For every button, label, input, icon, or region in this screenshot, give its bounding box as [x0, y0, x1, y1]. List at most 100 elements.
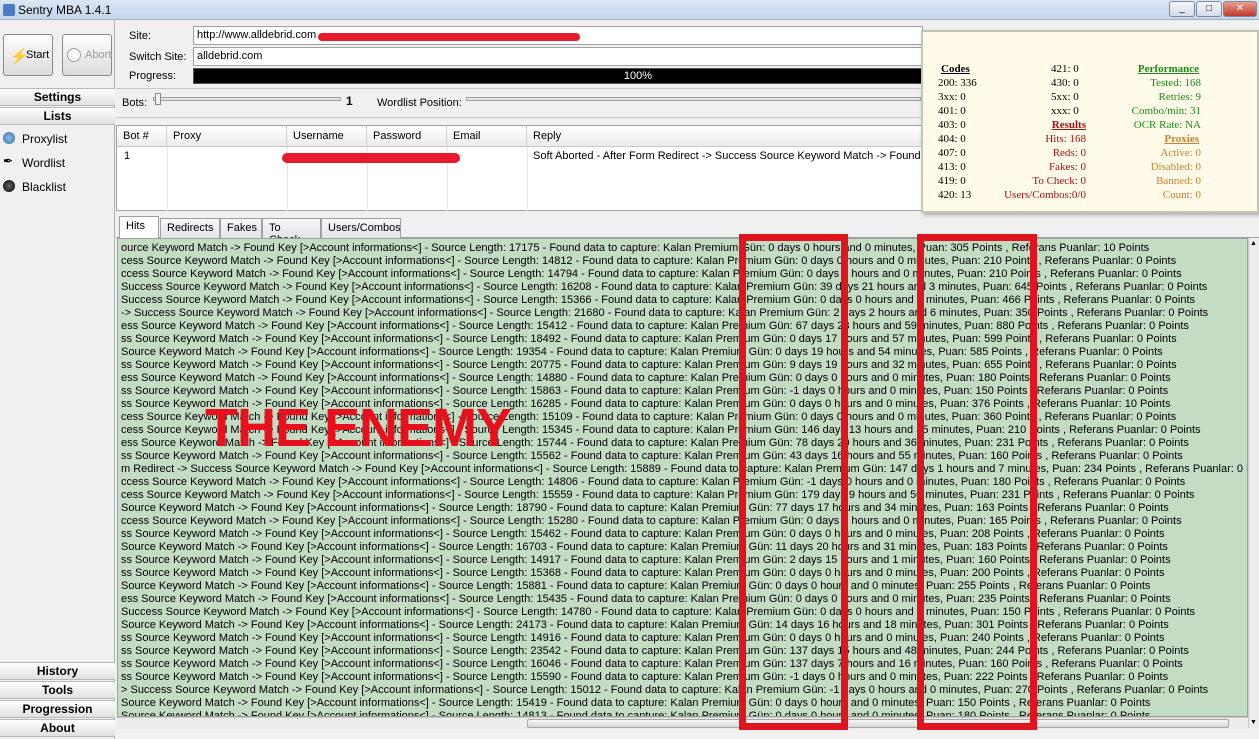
- result-reds: Reds: 0: [1052, 147, 1086, 159]
- code-xxx: xxx: 0: [1051, 105, 1079, 117]
- perf-combo-min: Combo/min: 31: [1131, 105, 1201, 117]
- nav-item-blacklist[interactable]: Blacklist: [0, 176, 115, 198]
- bots-value: 1: [346, 94, 353, 108]
- perf-retries: Retries: 9: [1158, 91, 1201, 103]
- wordlist-position-label: Wordlist Position:: [377, 97, 462, 109]
- proxy-banned: Banned: 0: [1156, 175, 1201, 187]
- code-3xx: 3xx: 0: [938, 91, 966, 103]
- proxylist-label: Proxylist: [22, 132, 68, 146]
- switch-site-label: Switch Site:: [129, 51, 187, 63]
- scroll-up-icon[interactable]: ▲: [1250, 240, 1257, 247]
- horizontal-scroll-thumb[interactable]: [527, 719, 1229, 728]
- log-line: m Redirect -> Success Source Keyword Mat…: [121, 463, 1248, 475]
- window-title: Sentry MBA 1.4.1: [18, 3, 112, 17]
- row-bot-number: 1: [124, 150, 131, 162]
- codes-title: Codes: [941, 63, 970, 75]
- code-421: 421: 0: [1051, 63, 1079, 75]
- proxy-count: Count: 0: [1162, 189, 1201, 201]
- nav-lists[interactable]: Lists: [0, 107, 115, 125]
- results-title: Results: [1051, 119, 1086, 131]
- redaction-bar: [318, 33, 580, 41]
- row-reply: Soft Aborted - After Form Redirect -> Su…: [533, 150, 927, 162]
- nav-progression[interactable]: Progression: [0, 700, 115, 718]
- code-401: 401: 0: [938, 105, 966, 117]
- perf-ocr-rate: OCR Rate: NA: [1133, 119, 1201, 131]
- close-button[interactable]: ✕: [1223, 1, 1257, 17]
- left-panel: ⚡ Start Abort Settings Lists Proxylist ✒…: [0, 20, 115, 739]
- nav-history[interactable]: History: [0, 662, 115, 680]
- col-bot[interactable]: Bot #: [117, 126, 167, 147]
- scroll-down-icon[interactable]: ▼: [1250, 719, 1257, 726]
- code-407: 407: 0: [938, 147, 966, 159]
- maximize-button[interactable]: □: [1196, 1, 1222, 17]
- proxy-disabled: Disabled: 0: [1150, 161, 1201, 173]
- wordlist-position-slider[interactable]: [466, 97, 921, 101]
- col-username[interactable]: Username: [287, 126, 367, 147]
- nav-item-wordlist[interactable]: ✒ Wordlist: [0, 152, 115, 174]
- tab-redirects[interactable]: Redirects: [160, 218, 220, 238]
- result-users-combos: Users/Combos:0/0: [1004, 189, 1086, 201]
- proxy-active: Active: 0: [1160, 147, 1201, 159]
- wordlist-label: Wordlist: [22, 156, 66, 170]
- tab-fakes[interactable]: Fakes: [220, 218, 262, 238]
- code-5xx: 5xx: 0: [1051, 91, 1079, 103]
- col-email[interactable]: Email: [447, 126, 527, 147]
- bot-grid: Bot # Proxy Username Password Email Repl…: [116, 125, 929, 211]
- code-430: 430: 0: [1051, 77, 1079, 89]
- grid-divider: [527, 147, 528, 211]
- tab-hits[interactable]: Hits: [119, 216, 159, 238]
- nav-about[interactable]: About: [0, 719, 115, 737]
- result-fakes: Fakes: 0: [1049, 161, 1086, 173]
- perf-tested: Tested: 168: [1150, 77, 1201, 89]
- col-password[interactable]: Password: [367, 126, 447, 147]
- app-icon: [3, 4, 15, 16]
- nav-item-proxylist[interactable]: Proxylist: [0, 128, 115, 150]
- abort-circle-icon: [67, 48, 81, 62]
- performance-title: Performance: [1137, 63, 1199, 75]
- code-403: 403: 0: [938, 119, 966, 131]
- result-hits: Hits: 168: [1045, 133, 1086, 145]
- code-200: 200: 336: [938, 77, 977, 89]
- code-404: 404: 0: [938, 133, 966, 145]
- log-line: -> Success Source Keyword Match -> Found…: [121, 307, 1209, 319]
- code-420: 420: 13: [938, 189, 972, 201]
- results-tabs: Hits Redirects Fakes To Check Users/Comb…: [116, 216, 1259, 246]
- blacklist-icon: [3, 180, 15, 192]
- globe-icon: [3, 132, 15, 144]
- site-label: Site:: [129, 30, 152, 42]
- proxies-title: Proxies: [1164, 133, 1199, 145]
- progress-label: Progress:: [129, 70, 177, 82]
- result-to-check: To Check: 0: [1032, 175, 1086, 187]
- bots-label: Bots:: [122, 97, 148, 109]
- log-line: Success Source Keyword Match -> Found Ke…: [121, 281, 1208, 293]
- col-proxy[interactable]: Proxy: [167, 126, 287, 147]
- tab-to-check[interactable]: To Check: [262, 218, 321, 246]
- stats-panel: Codes 200: 336 3xx: 0 401: 0 403: 0 404:…: [921, 30, 1259, 213]
- grid-divider: [167, 147, 168, 211]
- redaction-bar: [282, 153, 460, 163]
- col-reply[interactable]: Reply: [527, 126, 929, 147]
- code-413: 413: 0: [938, 161, 966, 173]
- highlight-box-days: [739, 234, 848, 730]
- blacklist-label: Blacklist: [22, 180, 67, 194]
- log-line: > Success Source Keyword Match -> Found …: [121, 684, 1209, 696]
- highlight-box-points: [917, 234, 1037, 730]
- start-label: Start: [26, 49, 50, 61]
- nav-settings[interactable]: Settings: [0, 88, 115, 106]
- start-button[interactable]: ⚡ Start: [3, 34, 53, 76]
- vertical-scrollbar[interactable]: ▲ ▼: [1248, 238, 1259, 728]
- pen-icon: ✒: [3, 154, 14, 168]
- nav-tools[interactable]: Tools: [0, 681, 115, 699]
- annotation-text: THE ENEMY: [205, 398, 512, 458]
- bots-slider[interactable]: [153, 97, 341, 101]
- title-bar: Sentry MBA 1.4.1 _ □ ✕: [0, 0, 1259, 20]
- switch-site-input[interactable]: alldebrid.com: [193, 47, 923, 66]
- minimize-button[interactable]: _: [1169, 1, 1195, 17]
- bots-slider-thumb[interactable]: [155, 93, 161, 105]
- bots-bar: [116, 88, 928, 118]
- abort-button[interactable]: Abort: [62, 34, 112, 76]
- code-419: 419: 0: [938, 175, 966, 187]
- hits-log[interactable]: ource Keyword Match -> Found Key [>Accou…: [117, 238, 1248, 717]
- tab-users-combos[interactable]: Users/Combos: [321, 218, 401, 238]
- abort-label: Abort: [85, 49, 112, 61]
